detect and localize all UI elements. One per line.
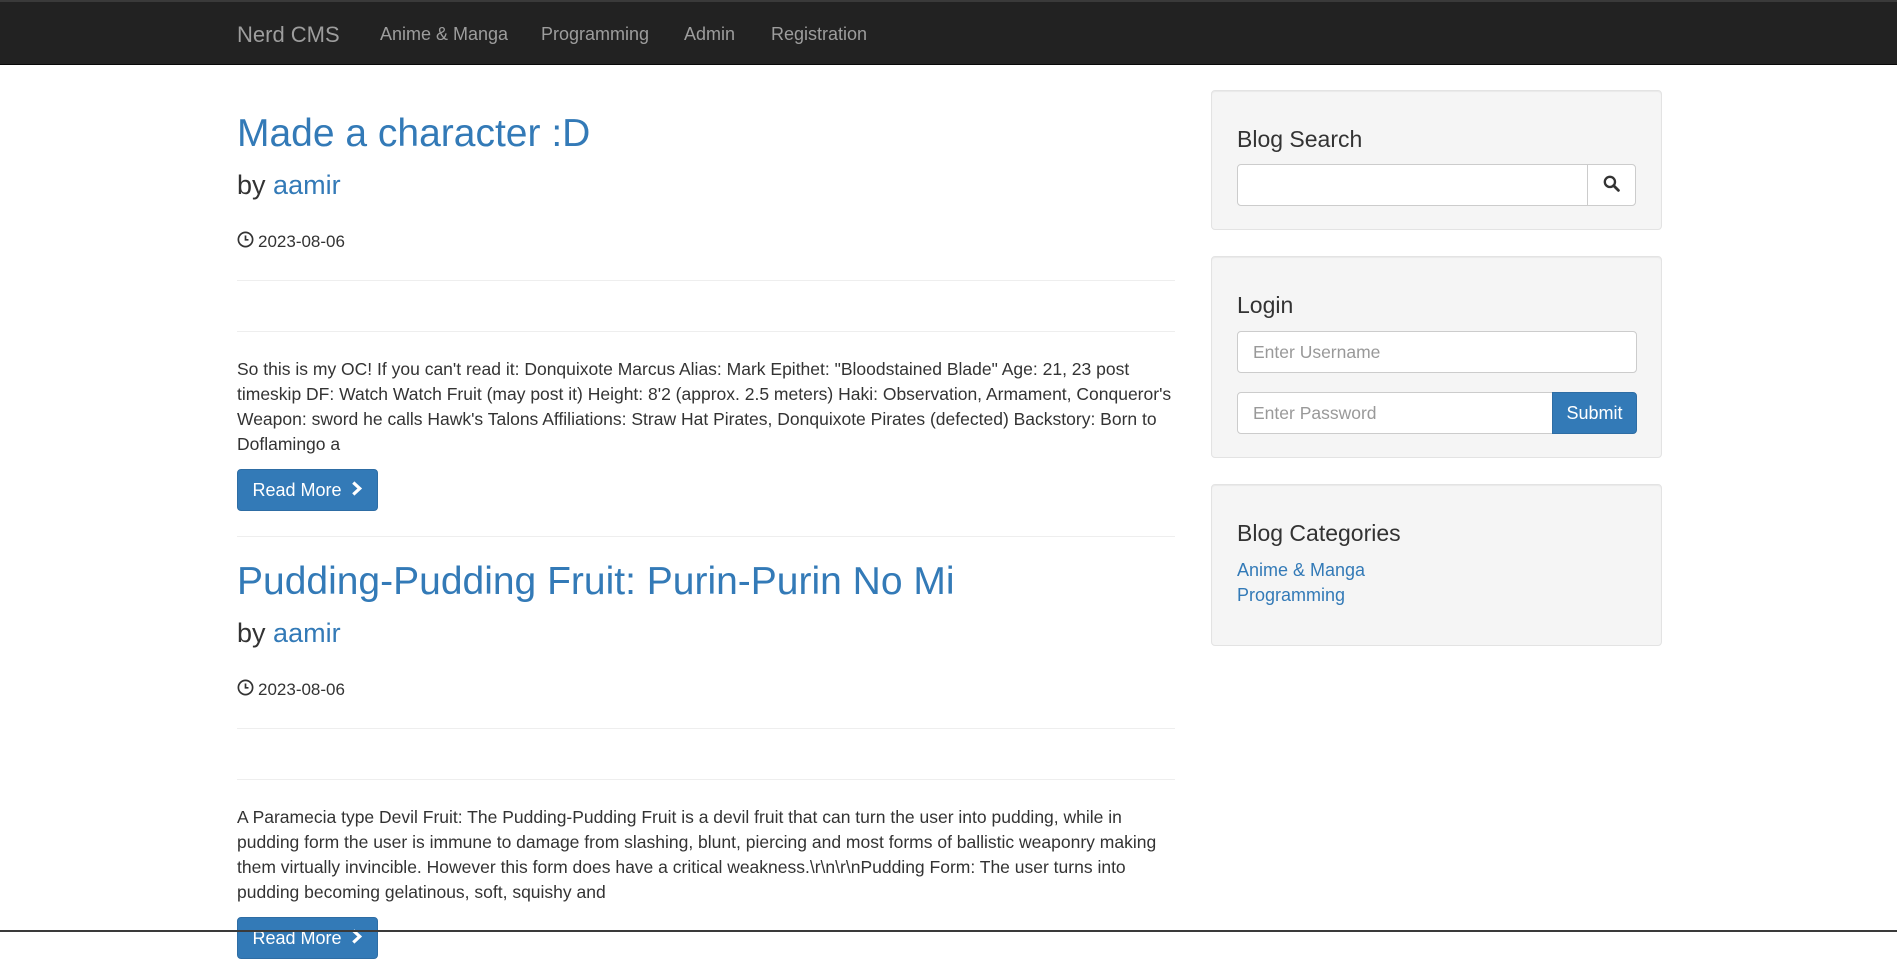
top-navbar: Nerd CMS Anime & Manga Programming Admin… bbox=[0, 0, 1897, 65]
blog-search-panel: Blog Search bbox=[1211, 90, 1662, 230]
blog-categories-panel: Blog Categories Anime & Manga Programmin… bbox=[1211, 484, 1662, 646]
divider bbox=[237, 728, 1175, 729]
post-title-link[interactable]: Made a character :D bbox=[237, 112, 590, 156]
read-more-button[interactable]: Read More bbox=[237, 469, 378, 511]
post-byline: by aamir bbox=[237, 618, 341, 649]
search-icon bbox=[1603, 175, 1620, 195]
nav-programming[interactable]: Programming bbox=[541, 24, 649, 45]
login-panel: Login Submit bbox=[1211, 256, 1662, 458]
password-input[interactable] bbox=[1237, 392, 1553, 434]
brand-link[interactable]: Nerd CMS bbox=[237, 22, 340, 48]
author-link[interactable]: aamir bbox=[273, 618, 341, 648]
read-more-label: Read More bbox=[252, 479, 342, 500]
post-excerpt: A Paramecia type Devil Fruit: The Puddin… bbox=[237, 807, 1157, 902]
post-byline: by aamir bbox=[237, 170, 341, 201]
post-date: 2023-08-06 bbox=[237, 679, 345, 701]
clock-icon bbox=[237, 231, 254, 253]
nav-registration[interactable]: Registration bbox=[771, 24, 867, 45]
nav-anime-manga[interactable]: Anime & Manga bbox=[380, 24, 508, 45]
post-title-link[interactable]: Pudding-Pudding Fruit: Purin-Purin No Mi bbox=[237, 560, 955, 604]
nav-admin[interactable]: Admin bbox=[684, 24, 735, 45]
username-input[interactable] bbox=[1237, 331, 1637, 373]
category-link-anime-manga[interactable]: Anime & Manga bbox=[1237, 560, 1365, 581]
byline-prefix: by bbox=[237, 618, 266, 648]
search-button[interactable] bbox=[1587, 164, 1636, 206]
login-heading: Login bbox=[1237, 292, 1294, 318]
read-more-button[interactable]: Read More bbox=[237, 917, 378, 959]
category-link-programming[interactable]: Programming bbox=[1237, 585, 1345, 606]
author-link[interactable]: aamir bbox=[273, 170, 341, 200]
blog-search-heading: Blog Search bbox=[1237, 126, 1363, 152]
post-date-text: 2023-08-06 bbox=[258, 680, 345, 699]
divider bbox=[237, 536, 1175, 537]
clock-icon bbox=[237, 679, 254, 701]
search-input[interactable] bbox=[1237, 164, 1588, 206]
divider bbox=[237, 280, 1175, 281]
post-excerpt: So this is my OC! If you can't read it: … bbox=[237, 359, 1172, 454]
post-date-text: 2023-08-06 bbox=[258, 232, 345, 251]
divider bbox=[237, 779, 1175, 780]
divider bbox=[237, 331, 1175, 332]
login-submit-button[interactable]: Submit bbox=[1552, 392, 1637, 434]
chevron-right-icon bbox=[350, 480, 363, 501]
post-date: 2023-08-06 bbox=[237, 231, 345, 253]
byline-prefix: by bbox=[237, 170, 266, 200]
blog-categories-heading: Blog Categories bbox=[1237, 520, 1401, 546]
